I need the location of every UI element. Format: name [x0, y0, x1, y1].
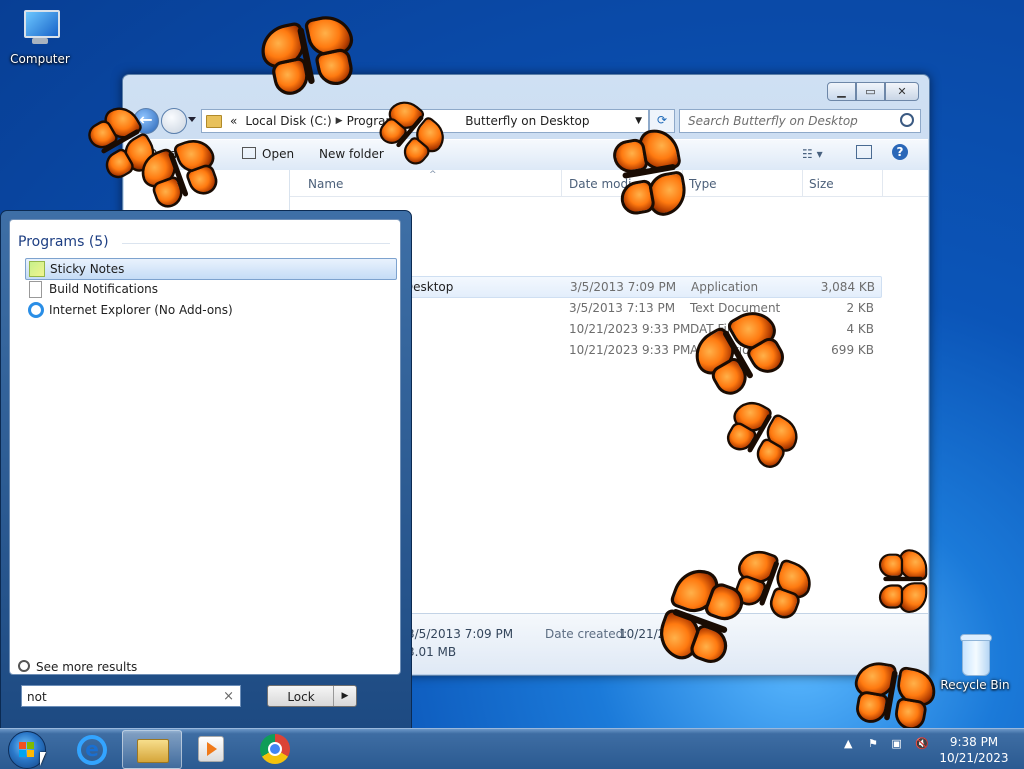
show-hidden-icons-button[interactable]: ▲: [844, 737, 852, 750]
taskbar-chrome[interactable]: [246, 730, 304, 767]
search-placeholder: Search Butterfly on Desktop: [688, 114, 858, 128]
maximize-button[interactable]: ▭: [856, 82, 885, 101]
file-date: 10/21/2023 9:33 PM: [569, 322, 691, 336]
taskbar-windows-explorer[interactable]: [122, 730, 182, 769]
computer-icon: [20, 8, 60, 48]
desktop-icon-label: Recycle Bin: [940, 678, 1010, 692]
column-type[interactable]: Type: [689, 177, 717, 191]
start-search-input[interactable]: not ×: [21, 685, 241, 707]
see-more-label: See more results: [36, 660, 138, 674]
start-search-value: not: [27, 690, 47, 704]
breadcrumb-local-disk[interactable]: Local Disk (C:): [241, 114, 335, 128]
file-date: 10/21/2023 9:33 PM: [569, 343, 691, 357]
action-center-flag-icon[interactable]: ⚑: [868, 737, 878, 750]
detail-created-label: Date created:: [545, 627, 628, 641]
recycle-bin-icon: [958, 632, 992, 676]
file-type: Application: [691, 280, 759, 294]
volume-muted-icon[interactable]: 🔇: [915, 737, 929, 750]
program-sticky-notes[interactable]: Sticky Notes: [25, 258, 397, 280]
column-size[interactable]: Size: [809, 177, 834, 191]
see-more-results-link[interactable]: See more results: [18, 660, 137, 674]
desktop-icon-recycle-bin[interactable]: Recycle Bin: [935, 632, 1015, 692]
help-icon[interactable]: ?: [892, 144, 908, 160]
shutdown-options-arrow-icon[interactable]: ▶: [333, 686, 356, 706]
internet-explorer-icon: e: [77, 735, 107, 765]
new-folder-button[interactable]: New folder: [319, 147, 384, 161]
file-date: 3/5/2013 7:13 PM: [569, 301, 676, 315]
butterfly-image: [875, 547, 930, 613]
detail-modified: 3/5/2013 7:09 PM: [407, 627, 514, 641]
network-icon[interactable]: ▣: [891, 737, 901, 750]
clock-date: 10/21/2023: [939, 751, 1009, 765]
open-label: Open: [262, 147, 295, 161]
taskbar: e ▲ ⚑ ▣ 🔇 9:38 PM 10/21/2023: [0, 728, 1024, 769]
command-bar: Organize Open New folder ☷ ▾ ?: [124, 139, 928, 171]
file-size: 2 KB: [846, 301, 874, 315]
program-label: Sticky Notes: [50, 262, 125, 276]
desktop-icon-computer[interactable]: Computer: [0, 8, 80, 66]
open-button[interactable]: Open: [242, 147, 294, 161]
breadcrumb-butterfly[interactable]: Butterfly on Desktop: [461, 114, 593, 128]
forward-button[interactable]: [161, 108, 187, 134]
search-results-panel: Programs (5) Sticky Notes Build Notifica…: [9, 219, 401, 675]
mouse-cursor-icon: [40, 752, 46, 766]
clock-time: 9:38 PM: [949, 735, 999, 749]
search-icon: [900, 113, 914, 127]
minimize-button[interactable]: ▁: [827, 82, 856, 101]
start-menu: Programs (5) Sticky Notes Build Notifica…: [0, 210, 412, 730]
address-dropdown-icon[interactable]: ▼: [635, 116, 642, 126]
internet-explorer-icon: [28, 302, 44, 318]
detail-size: 3.01 MB: [407, 645, 457, 659]
document-icon: [29, 281, 42, 298]
column-headers: Name ^ Date modi Type Size: [290, 170, 928, 197]
recent-pages-dropdown[interactable]: [188, 117, 196, 122]
preview-pane-icon[interactable]: [856, 145, 872, 159]
taskbar-media-player[interactable]: [182, 730, 240, 767]
search-input[interactable]: Search Butterfly on Desktop: [679, 109, 921, 133]
system-tray: ▲ ⚑ ▣ 🔇: [844, 737, 929, 750]
butterfly-image: [603, 122, 692, 224]
window-controls: ▁ ▭ ✕: [827, 82, 919, 101]
program-label: Internet Explorer (No Add-ons): [49, 303, 233, 317]
media-player-icon: [198, 736, 224, 762]
file-size: 4 KB: [846, 322, 874, 336]
address-overflow[interactable]: «: [226, 114, 241, 128]
file-size: 3,084 KB: [820, 280, 875, 294]
clock[interactable]: 9:38 PM 10/21/2023: [938, 734, 1010, 766]
lock-button[interactable]: Lock ▶: [267, 685, 357, 707]
folder-icon: [137, 739, 169, 763]
open-icon: [242, 147, 256, 159]
navigation-bar: ← « Local Disk (C:) ▶ Program Butterfly …: [131, 107, 921, 135]
column-name[interactable]: Name: [308, 177, 343, 191]
taskbar-internet-explorer[interactable]: e: [62, 730, 120, 767]
search-icon: [18, 660, 30, 672]
program-internet-explorer-no-addons[interactable]: Internet Explorer (No Add-ons): [25, 300, 395, 320]
close-button[interactable]: ✕: [885, 82, 919, 101]
sticky-notes-icon: [29, 261, 45, 277]
chrome-icon: [260, 734, 290, 764]
folder-icon: [206, 114, 222, 128]
clear-search-icon[interactable]: ×: [223, 686, 234, 708]
windows-logo-icon: [19, 742, 35, 758]
lock-label: Lock: [287, 690, 315, 704]
view-options-icon[interactable]: ☷ ▾: [802, 147, 823, 161]
program-build-notifications[interactable]: Build Notifications: [25, 279, 395, 299]
file-date: 3/5/2013 7:09 PM: [570, 280, 677, 294]
file-size: 699 KB: [831, 343, 874, 357]
program-label: Build Notifications: [49, 282, 159, 296]
butterfly-image: [845, 655, 940, 739]
desktop-icon-label: Computer: [10, 52, 70, 66]
breadcrumb-arrow-icon[interactable]: ▶: [336, 116, 343, 126]
programs-header[interactable]: Programs (5): [18, 234, 109, 250]
sort-arrow-icon: ^: [429, 170, 437, 180]
